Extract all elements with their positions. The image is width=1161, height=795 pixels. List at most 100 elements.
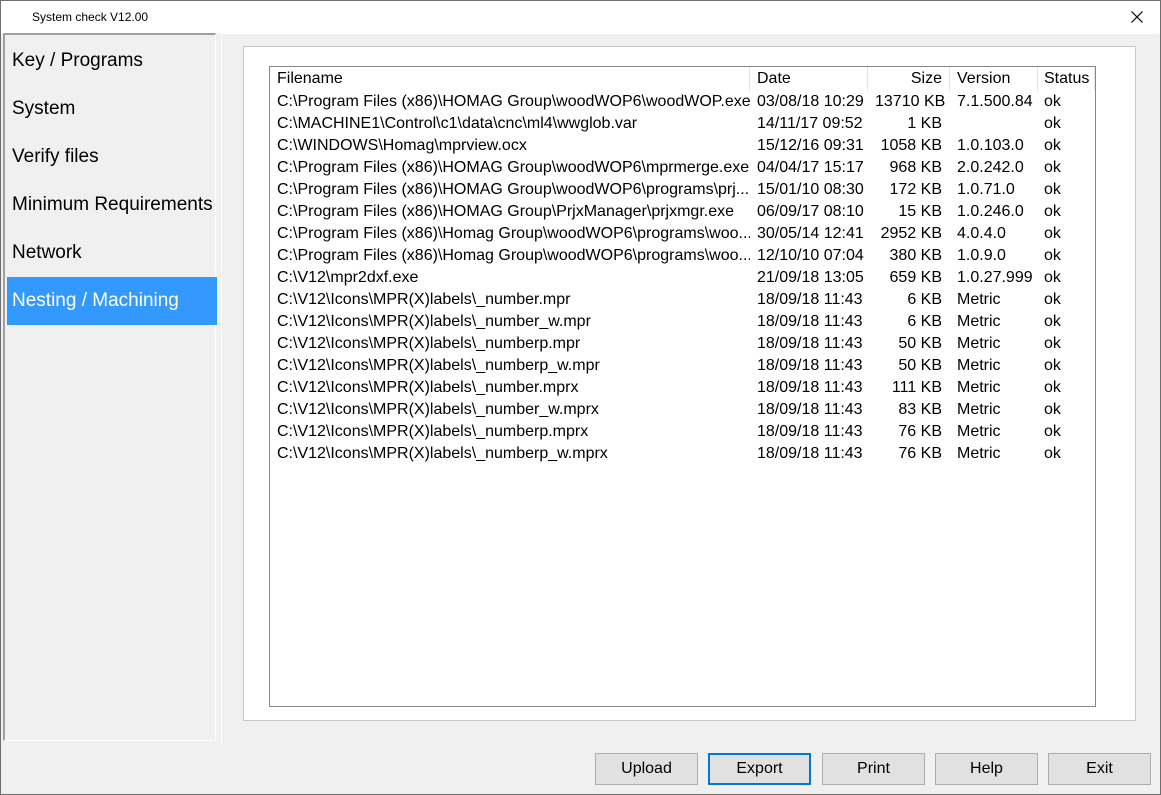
cell-date: 18/09/18 11:43 bbox=[757, 401, 863, 418]
cell-version bbox=[950, 113, 1038, 135]
cell-date: 18/09/18 11:43 bbox=[757, 445, 863, 462]
cell-version: 1.0.246.0 bbox=[957, 203, 1024, 220]
cell-filename: C:\WINDOWS\Homag\mprview.ocx bbox=[277, 137, 527, 154]
cell-date: 14/11/17 09:52 bbox=[757, 115, 863, 132]
cell-status: ok bbox=[1044, 269, 1061, 286]
table-row[interactable]: C:\V12\Icons\MPR(X)labels\_numberp.mpr 18… bbox=[270, 333, 1095, 355]
sidebar-item-key-programs[interactable]: Key / Programs bbox=[7, 37, 217, 85]
cell-status: ok bbox=[1044, 313, 1061, 330]
cell-size: 13710 KB bbox=[875, 93, 946, 110]
cell-size: 50 KB bbox=[898, 357, 942, 374]
cell-filename: C:\Program Files (x86)\Homag Group\woodW… bbox=[277, 225, 750, 242]
cell-date: 15/12/16 09:31 bbox=[757, 137, 864, 154]
cell-size: 76 KB bbox=[898, 423, 942, 440]
cell-filename: C:\V12\Icons\MPR(X)labels\_number.mprx bbox=[277, 379, 579, 396]
table-row[interactable]: C:\V12\Icons\MPR(X)labels\_numberp_w.mpr… bbox=[270, 355, 1095, 377]
cell-filename: C:\MACHINE1\Control\c1\data\cnc\ml4\wwgl… bbox=[277, 115, 638, 132]
cell-size: 1 KB bbox=[907, 115, 942, 132]
export-button[interactable]: Export bbox=[708, 753, 811, 785]
column-header-version[interactable]: Version bbox=[950, 67, 1038, 91]
file-list-rows: C:\Program Files (x86)\HOMAG Group\woodW… bbox=[270, 91, 1095, 465]
cell-status: ok bbox=[1044, 225, 1061, 242]
cell-version: Metric bbox=[957, 445, 1001, 462]
close-button[interactable] bbox=[1114, 1, 1160, 33]
cell-version: 2.0.242.0 bbox=[957, 159, 1024, 176]
cell-version: Metric bbox=[957, 335, 1001, 352]
cell-status: ok bbox=[1044, 357, 1061, 374]
table-row[interactable]: C:\V12\Icons\MPR(X)labels\_number.mprx 18… bbox=[270, 377, 1095, 399]
sidebar-item-network[interactable]: Network bbox=[7, 229, 217, 277]
cell-status: ok bbox=[1044, 335, 1061, 352]
cell-version: 1.0.71.0 bbox=[957, 181, 1015, 198]
cell-status: ok bbox=[1044, 379, 1061, 396]
sidebar-item-nesting-machining[interactable]: Nesting / Machining bbox=[7, 277, 217, 325]
cell-filename: C:\V12\Icons\MPR(X)labels\_numberp_w.mpr bbox=[277, 357, 600, 374]
cell-version: Metric bbox=[957, 401, 1001, 418]
cell-filename: C:\Program Files (x86)\HOMAG Group\PrjxM… bbox=[277, 203, 735, 220]
cell-status: ok bbox=[1044, 115, 1061, 132]
cell-date: 18/09/18 11:43 bbox=[757, 335, 863, 352]
cell-date: 18/09/18 11:43 bbox=[757, 423, 863, 440]
column-header-date[interactable]: Date bbox=[750, 67, 868, 91]
cell-date: 18/09/18 11:43 bbox=[757, 357, 863, 374]
cell-version: 1.0.103.0 bbox=[957, 137, 1024, 154]
table-row[interactable]: C:\Program Files (x86)\HOMAG Group\woodW… bbox=[270, 179, 1095, 201]
cell-date: 06/09/17 08:10 bbox=[757, 203, 864, 220]
cell-version: Metric bbox=[957, 423, 1001, 440]
cell-status: ok bbox=[1044, 93, 1061, 110]
cell-date: 03/08/18 10:29 bbox=[757, 93, 864, 110]
column-header-size[interactable]: Size bbox=[868, 67, 950, 91]
sidebar: Key / Programs System Verify files Minim… bbox=[3, 33, 217, 741]
cell-version: 7.1.500.84 bbox=[957, 93, 1033, 110]
cell-filename: C:\V12\Icons\MPR(X)labels\_numberp.mpr bbox=[277, 335, 581, 352]
sidebar-item-minimum-requirements[interactable]: Minimum Requirements bbox=[7, 181, 217, 229]
table-row[interactable]: C:\V12\Icons\MPR(X)labels\_numberp.mprx 1… bbox=[270, 421, 1095, 443]
table-row[interactable]: C:\Program Files (x86)\Homag Group\woodW… bbox=[270, 245, 1095, 267]
cell-status: ok bbox=[1044, 181, 1061, 198]
cell-version: Metric bbox=[957, 379, 1001, 396]
sidebar-item-verify-files[interactable]: Verify files bbox=[7, 133, 217, 181]
sidebar-item-system[interactable]: System bbox=[7, 85, 217, 133]
table-row[interactable]: C:\WINDOWS\Homag\mprview.ocx 15/12/16 09:… bbox=[270, 135, 1095, 157]
cell-version: 1.0.27.999 bbox=[957, 269, 1033, 286]
cell-date: 04/04/17 15:17 bbox=[757, 159, 864, 176]
table-row[interactable]: C:\Program Files (x86)\HOMAG Group\woodW… bbox=[270, 157, 1095, 179]
cell-size: 76 KB bbox=[898, 445, 942, 462]
column-header-filename[interactable]: Filename bbox=[270, 67, 750, 91]
cell-filename: C:\V12\Icons\MPR(X)labels\_number_w.mpr bbox=[277, 313, 591, 330]
cell-status: ok bbox=[1044, 159, 1061, 176]
cell-size: 659 KB bbox=[889, 269, 942, 286]
cell-version: 1.0.9.0 bbox=[957, 247, 1006, 264]
column-header-status[interactable]: Status bbox=[1037, 67, 1095, 91]
table-row[interactable]: C:\MACHINE1\Control\c1\data\cnc\ml4\wwgl… bbox=[270, 113, 1095, 135]
title-bar: System check V12.00 bbox=[1, 1, 1160, 33]
cell-status: ok bbox=[1044, 247, 1061, 264]
cell-date: 15/01/10 08:30 bbox=[757, 181, 864, 198]
cell-date: 18/09/18 11:43 bbox=[757, 313, 863, 330]
cell-version: Metric bbox=[957, 291, 1001, 308]
cell-filename: C:\V12\mpr2dxf.exe bbox=[277, 269, 419, 286]
upload-button[interactable]: Upload bbox=[595, 753, 698, 785]
table-row[interactable]: C:\Program Files (x86)\Homag Group\woodW… bbox=[270, 223, 1095, 245]
exit-button[interactable]: Exit bbox=[1048, 753, 1151, 785]
cell-size: 6 KB bbox=[907, 291, 942, 308]
cell-date: 30/05/14 12:41 bbox=[757, 225, 864, 242]
cell-size: 6 KB bbox=[907, 313, 942, 330]
cell-filename: C:\Program Files (x86)\HOMAG Group\woodW… bbox=[277, 93, 750, 110]
table-row[interactable]: C:\V12\mpr2dxf.exe 21/09/18 13:05 659 KB 1.… bbox=[270, 267, 1095, 289]
cell-size: 380 KB bbox=[889, 247, 942, 264]
cell-version: Metric bbox=[957, 313, 1001, 330]
help-button[interactable]: Help bbox=[935, 753, 1038, 785]
table-row[interactable]: C:\V12\Icons\MPR(X)labels\_number_w.mpr 1… bbox=[270, 311, 1095, 333]
table-row[interactable]: C:\V12\Icons\MPR(X)labels\_number_w.mprx… bbox=[270, 399, 1095, 421]
table-row[interactable]: C:\V12\Icons\MPR(X)labels\_number.mpr 18/… bbox=[270, 289, 1095, 311]
print-button[interactable]: Print bbox=[822, 753, 925, 785]
cell-size: 111 KB bbox=[891, 379, 942, 396]
table-row[interactable]: C:\Program Files (x86)\HOMAG Group\PrjxM… bbox=[270, 201, 1095, 223]
table-row[interactable]: C:\Program Files (x86)\HOMAG Group\woodW… bbox=[270, 91, 1095, 113]
cell-size: 172 KB bbox=[889, 181, 942, 198]
table-row[interactable]: C:\V12\Icons\MPR(X)labels\_numberp_w.mpr… bbox=[270, 443, 1095, 465]
cell-filename: C:\Program Files (x86)\Homag Group\woodW… bbox=[277, 247, 750, 264]
window-title: System check V12.00 bbox=[32, 10, 149, 24]
file-list[interactable]: Filename Date Size Version Status C:\Pro… bbox=[269, 66, 1096, 707]
